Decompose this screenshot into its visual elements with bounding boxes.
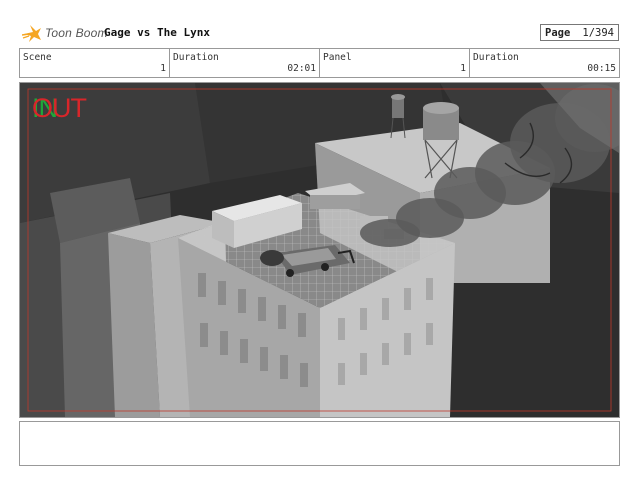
scene-label: Scene <box>23 52 52 63</box>
page-label: Page <box>545 26 571 39</box>
page-indicator: Page 1/394 <box>540 24 619 41</box>
panel-label: Panel <box>323 52 352 63</box>
toon-boom-logo: Toon Boom <box>22 22 108 44</box>
page-value: 1/394 <box>582 26 614 39</box>
info-row: Scene 1 Duration 02:01 Panel 1 Duration … <box>19 48 620 78</box>
scene-cell: Scene 1 <box>20 49 170 77</box>
out-marker: OUT <box>32 93 87 123</box>
scene-duration-value: 02:01 <box>287 63 316 74</box>
toon-boom-star-icon <box>22 25 41 42</box>
panel-duration-label: Duration <box>473 52 519 63</box>
project-title: Gage vs The Lynx <box>104 26 210 39</box>
scene-duration-label: Duration <box>173 52 219 63</box>
scene-duration-cell: Duration 02:01 <box>170 49 320 77</box>
logo-text: Toon Boom <box>45 26 108 40</box>
storyboard-panel[interactable]: IN OUT <box>19 82 620 418</box>
panel-drawing <box>20 83 619 417</box>
panel-notes-area[interactable] <box>19 421 620 466</box>
panel-cell: Panel 1 <box>320 49 470 77</box>
panel-value: 1 <box>460 63 466 74</box>
panel-duration-value: 00:15 <box>587 63 616 74</box>
panel-duration-cell: Duration 00:15 <box>470 49 619 77</box>
scene-value: 1 <box>160 63 166 74</box>
